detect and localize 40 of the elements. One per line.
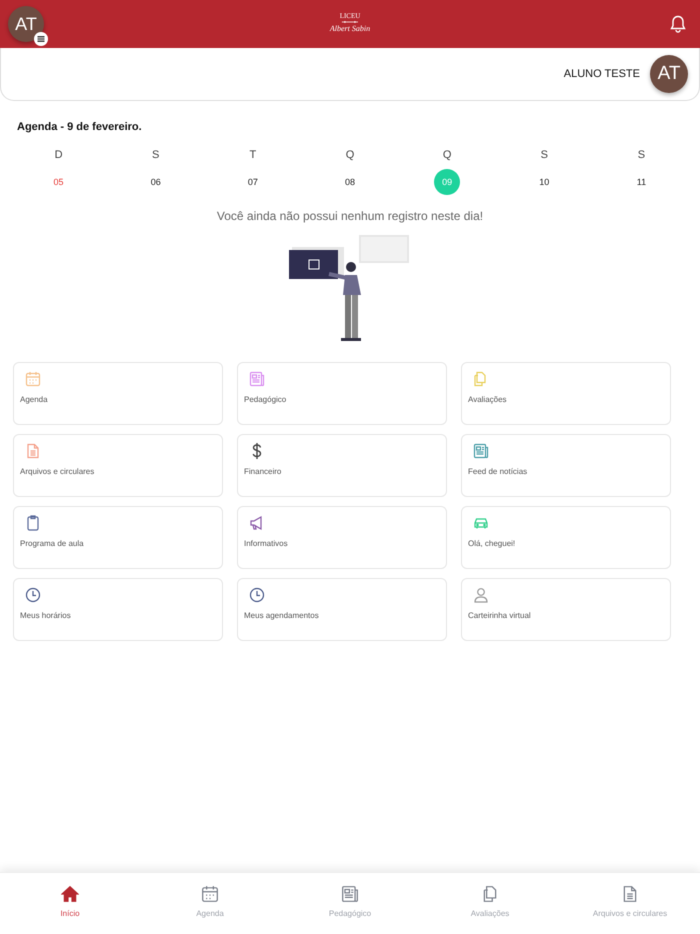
- ornament-icon: [341, 20, 359, 24]
- menu-tile[interactable]: Informativos: [237, 506, 447, 569]
- agenda-title: Agenda - 9 de fevereiro.: [17, 121, 143, 133]
- nav-tab[interactable]: Início: [0, 873, 140, 930]
- day-button[interactable]: 11: [628, 169, 654, 195]
- day-button[interactable]: 06: [142, 169, 169, 195]
- calendar-icon: [201, 885, 219, 903]
- notification-icon[interactable]: [670, 15, 686, 33]
- logo-text: Albert Sabin: [330, 24, 370, 34]
- day-button[interactable]: 07: [240, 169, 266, 195]
- empty-message: Você ainda não possui nenhum registro neste dia!: [216, 209, 484, 223]
- menu-tile[interactable]: Financeiro: [237, 434, 447, 497]
- home-icon: [61, 885, 79, 903]
- weekday-label: S: [540, 149, 548, 161]
- menu-tile[interactable]: Pedagógico: [237, 362, 447, 425]
- menu-tile[interactable]: Carteirinha virtual: [461, 578, 671, 641]
- menu-tile[interactable]: Agenda: [13, 362, 223, 425]
- menu-tile[interactable]: Meus horários: [13, 578, 223, 641]
- menu-tile[interactable]: Avaliações: [461, 362, 671, 425]
- avatar-menu-button[interactable]: AT: [8, 6, 44, 42]
- weekday-label: S: [152, 149, 160, 161]
- menu-tile[interactable]: Feed de notícias: [461, 434, 671, 497]
- day-button[interactable]: 08: [336, 169, 363, 195]
- user-avatar[interactable]: AT: [650, 55, 688, 93]
- document-icon: [621, 885, 639, 903]
- day-button[interactable]: 10: [531, 169, 558, 195]
- documents-icon: [481, 885, 499, 903]
- menu-icon: [34, 32, 48, 46]
- weekday-label: Q: [346, 149, 354, 161]
- menu-tile[interactable]: Programa de aula: [13, 506, 223, 569]
- weekday-label: D: [54, 149, 63, 161]
- weekday-label: Q: [442, 149, 452, 161]
- weekday-label: S: [638, 149, 646, 161]
- menu-tile[interactable]: Arquivos e circulares: [13, 434, 223, 497]
- newspaper-icon: [341, 885, 359, 903]
- menu-tile[interactable]: Meus agendamentos: [237, 578, 447, 641]
- day-button[interactable]: 05: [46, 169, 72, 195]
- weekday-label: T: [249, 149, 256, 161]
- menu-tile[interactable]: Olá, cheguei!: [461, 506, 671, 569]
- user-name: ALUNO TESTE: [564, 68, 640, 80]
